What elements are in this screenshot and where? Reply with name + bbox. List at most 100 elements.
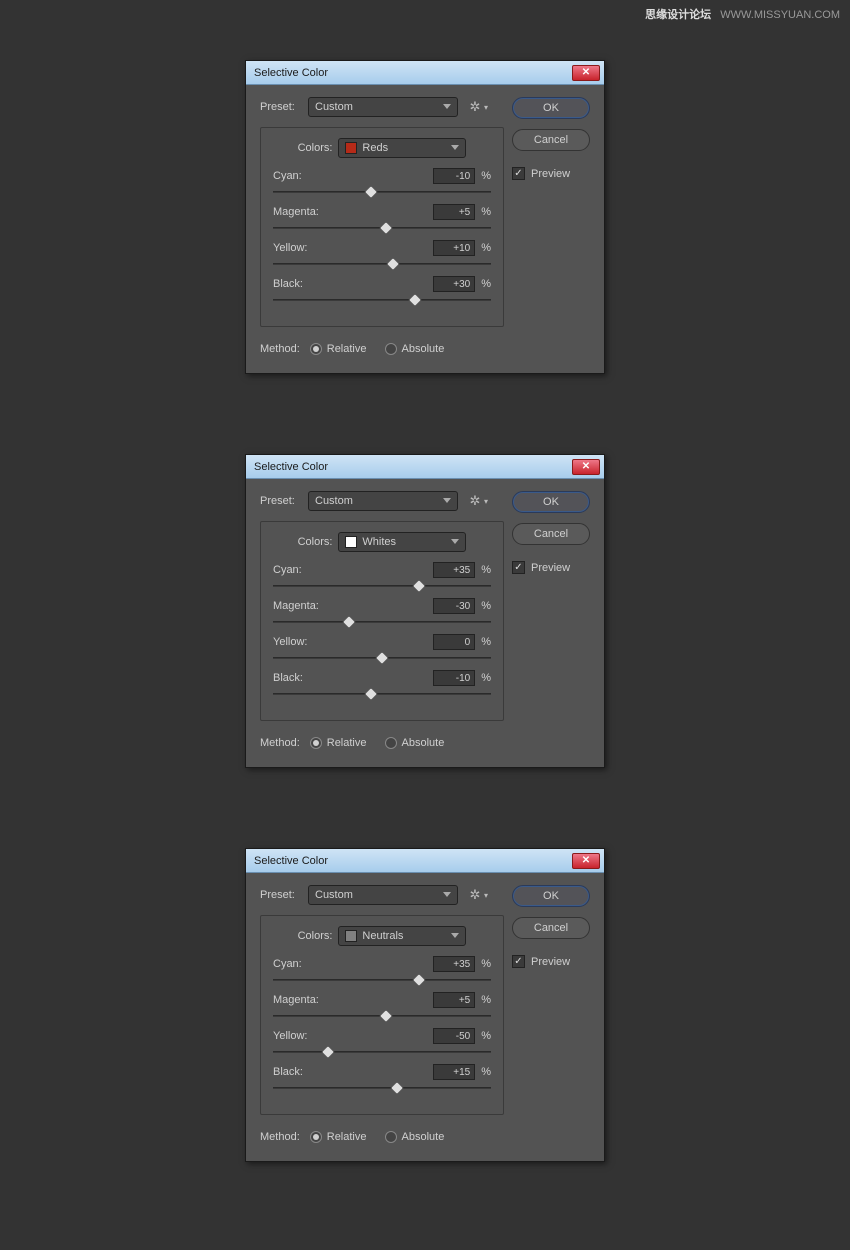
gear-caret-icon: ▾ (484, 103, 488, 112)
black-track[interactable] (273, 1082, 491, 1096)
black-track[interactable] (273, 688, 491, 702)
titlebar[interactable]: Selective Color ✕ (246, 61, 604, 85)
yellow-thumb[interactable] (320, 1045, 334, 1059)
black-label: Black: (273, 278, 433, 290)
yellow-label: Yellow: (273, 636, 433, 648)
gear-icon[interactable] (468, 494, 482, 508)
chevron-down-icon (443, 104, 451, 109)
radio-relative[interactable]: Relative (310, 1131, 367, 1143)
magenta-track[interactable] (273, 616, 491, 630)
cyan-thumb[interactable] (412, 579, 426, 593)
ok-button[interactable]: OK (512, 97, 590, 119)
relative-label: Relative (327, 343, 367, 355)
radio-dot-icon (310, 1131, 322, 1143)
titlebar[interactable]: Selective Color ✕ (246, 849, 604, 873)
preview-checkbox[interactable]: ✓ (512, 955, 525, 968)
magenta-input[interactable] (433, 204, 475, 220)
yellow-thumb[interactable] (375, 651, 389, 665)
gear-icon[interactable] (468, 888, 482, 902)
radio-absolute[interactable]: Absolute (385, 343, 445, 355)
black-track[interactable] (273, 294, 491, 308)
yellow-input[interactable] (433, 1028, 475, 1044)
cancel-button[interactable]: Cancel (512, 523, 590, 545)
magenta-thumb[interactable] (379, 1009, 393, 1023)
method-label: Method: (260, 737, 300, 749)
cyan-input[interactable] (433, 956, 475, 972)
yellow-input[interactable] (433, 634, 475, 650)
color-name: Whites (362, 536, 396, 548)
black-slider-row: Black: % (273, 1064, 491, 1096)
percent-label: % (481, 206, 491, 218)
cancel-button[interactable]: Cancel (512, 129, 590, 151)
gear-icon[interactable] (468, 100, 482, 114)
preset-label: Preset: (260, 495, 308, 507)
black-label: Black: (273, 1066, 433, 1078)
cyan-input[interactable] (433, 562, 475, 578)
color-name: Reds (362, 142, 388, 154)
magenta-label: Magenta: (273, 206, 433, 218)
black-input[interactable] (433, 276, 475, 292)
percent-label: % (481, 278, 491, 290)
yellow-track[interactable] (273, 258, 491, 272)
magenta-label: Magenta: (273, 600, 433, 612)
yellow-input[interactable] (433, 240, 475, 256)
black-thumb[interactable] (390, 1081, 404, 1095)
cyan-input[interactable] (433, 168, 475, 184)
colors-select[interactable]: Neutrals (338, 926, 466, 946)
cyan-slider-row: Cyan: % (273, 168, 491, 200)
magenta-thumb[interactable] (342, 615, 356, 629)
absolute-label: Absolute (402, 1131, 445, 1143)
magenta-input[interactable] (433, 992, 475, 1008)
radio-absolute[interactable]: Absolute (385, 1131, 445, 1143)
titlebar[interactable]: Selective Color ✕ (246, 455, 604, 479)
black-input[interactable] (433, 670, 475, 686)
percent-label: % (481, 672, 491, 684)
radio-relative[interactable]: Relative (310, 343, 367, 355)
colors-select[interactable]: Reds (338, 138, 466, 158)
selective-color-dialog: Selective Color ✕ Preset: Custom ▾ Color… (245, 60, 605, 374)
cyan-track[interactable] (273, 974, 491, 988)
ok-button[interactable]: OK (512, 885, 590, 907)
chevron-down-icon (443, 892, 451, 897)
color-swatch (345, 930, 357, 942)
preview-label: Preview (531, 562, 570, 574)
cyan-track[interactable] (273, 186, 491, 200)
cyan-track[interactable] (273, 580, 491, 594)
radio-relative[interactable]: Relative (310, 737, 367, 749)
preview-label: Preview (531, 168, 570, 180)
cyan-thumb[interactable] (412, 973, 426, 987)
black-thumb[interactable] (408, 293, 422, 307)
magenta-thumb[interactable] (379, 221, 393, 235)
yellow-track[interactable] (273, 652, 491, 666)
radio-absolute[interactable]: Absolute (385, 737, 445, 749)
colors-select[interactable]: Whites (338, 532, 466, 552)
yellow-track[interactable] (273, 1046, 491, 1060)
percent-label: % (481, 600, 491, 612)
magenta-slider-row: Magenta: % (273, 204, 491, 236)
magenta-track[interactable] (273, 222, 491, 236)
black-input[interactable] (433, 1064, 475, 1080)
black-thumb[interactable] (364, 687, 378, 701)
preview-checkbox[interactable]: ✓ (512, 561, 525, 574)
close-button[interactable]: ✕ (572, 65, 600, 81)
percent-label: % (481, 1030, 491, 1042)
yellow-thumb[interactable] (386, 257, 400, 271)
percent-label: % (481, 242, 491, 254)
magenta-track[interactable] (273, 1010, 491, 1024)
preset-select[interactable]: Custom (308, 885, 458, 905)
cyan-label: Cyan: (273, 170, 433, 182)
preset-select[interactable]: Custom (308, 491, 458, 511)
yellow-slider-row: Yellow: % (273, 1028, 491, 1060)
magenta-input[interactable] (433, 598, 475, 614)
ok-button[interactable]: OK (512, 491, 590, 513)
close-button[interactable]: ✕ (572, 853, 600, 869)
close-button[interactable]: ✕ (572, 459, 600, 475)
preset-select[interactable]: Custom (308, 97, 458, 117)
cancel-button[interactable]: Cancel (512, 917, 590, 939)
preview-checkbox[interactable]: ✓ (512, 167, 525, 180)
color-swatch (345, 142, 357, 154)
cyan-thumb[interactable] (364, 185, 378, 199)
radio-dot-icon (385, 343, 397, 355)
cyan-slider-row: Cyan: % (273, 956, 491, 988)
radio-dot-icon (385, 737, 397, 749)
